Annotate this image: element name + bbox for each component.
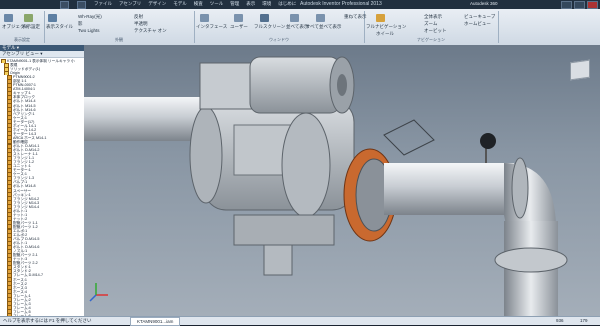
axis-triad-icon	[89, 283, 108, 302]
ribbon-group-visibility: オブジェクト 表示設定 表示設定	[0, 11, 45, 43]
viewcube-button[interactable]: ビューキューブ	[464, 14, 495, 20]
linkage-wires	[383, 119, 435, 156]
base-frame	[233, 214, 335, 246]
tab-design[interactable]: デザイン	[148, 1, 166, 9]
minimize-icon[interactable]	[561, 1, 572, 9]
ribbon-group-windows: インタフェース ユーザー フルスクリーン 並べて表示 すべて並べて表示 重ねて表…	[194, 11, 367, 43]
autodesk-360-link[interactable]: Autodesk 360	[470, 1, 498, 6]
display-settings-button[interactable]: 表示設定	[22, 24, 40, 30]
tile-icon	[290, 14, 299, 22]
user-button[interactable]: ユーザー	[230, 24, 248, 30]
ribbon-group-title: ウィンドウ	[269, 37, 289, 42]
status-count-left: 936	[556, 318, 564, 323]
motor-cylinder	[249, 56, 341, 114]
browser-tree: KTAMN9001-1 表示体制 リールキャラ 小表現 ソリッドボディ(1) Ori…	[0, 58, 84, 318]
quick-access-open[interactable]	[60, 1, 69, 9]
viewcube-icon[interactable]	[570, 59, 590, 81]
tab-file[interactable]: ファイル	[94, 1, 112, 9]
texture-toggle[interactable]: テクスチャ オン	[134, 28, 167, 34]
quick-access-save[interactable]	[77, 1, 86, 9]
browser-view-selector[interactable]: アセンブリ ビュー ▾	[0, 51, 84, 58]
user-icon	[234, 14, 243, 22]
app-menu-tabs: ファイル アセンブリ デザイン モデル 検査 ツール 管理 表示 環境 はじめに	[60, 1, 296, 9]
motor-box	[199, 62, 255, 110]
tab-model[interactable]: モデル	[173, 1, 187, 9]
pump-flange-left	[189, 106, 223, 204]
tab-assembly[interactable]: アセンブリ	[119, 1, 141, 9]
user-interface-icon	[200, 14, 209, 22]
document-tab[interactable]: KTAMN9001...iam	[130, 317, 181, 326]
motor-fan-hub	[337, 74, 347, 96]
ribbon-group-title: 表示設定	[14, 37, 30, 42]
ribbon-group-appearance: 表示スタイル Wh-Ray(光) 影 Two Lights 反射 半透明 テクス…	[44, 11, 195, 43]
mid-flange	[511, 157, 529, 219]
arrange-all-icon	[316, 14, 325, 22]
fullscreen-icon	[260, 14, 269, 22]
tab-view[interactable]: 表示	[246, 1, 255, 9]
tile-button[interactable]: 並べて表示	[286, 24, 308, 30]
tab-inspect[interactable]: 検査	[194, 1, 203, 9]
tab-tools[interactable]: ツール	[210, 1, 224, 9]
right-pipe	[384, 163, 514, 215]
display-settings-icon	[24, 14, 33, 22]
lower-flange	[494, 247, 568, 273]
lighting-dropdown[interactable]: Two Lights	[78, 28, 100, 33]
orbit-button[interactable]: オービット	[424, 28, 447, 34]
fullscreen-button[interactable]: フルスクリーン	[254, 24, 285, 30]
ribbon-group-title: ナビゲーション	[417, 37, 445, 42]
tab-get-started[interactable]: はじめに	[278, 1, 296, 9]
status-count-right: 179	[580, 318, 588, 323]
shadows-button[interactable]: 影	[78, 21, 83, 27]
arrange-all-button[interactable]: すべて並べて表示	[306, 24, 341, 30]
zoom-button[interactable]: ズーム	[424, 21, 437, 27]
window-title: Autodesk Inventor Professional 2013	[300, 1, 382, 7]
status-help-text: ヘルプを表示するには F1 を押してください	[3, 318, 92, 323]
close-icon[interactable]	[587, 1, 598, 9]
tab-manage[interactable]: 管理	[230, 1, 239, 9]
model-browser: モデル ▾ アセンブリ ビュー ▾ KTAMN9001-1 表示体制 リールキャ…	[0, 45, 85, 318]
full-navigation-wheel-button[interactable]: フルナビゲーション	[366, 24, 406, 30]
title-bar: ファイル アセンブリ デザイン モデル 検査 ツール 管理 表示 環境 はじめに…	[0, 0, 600, 9]
pressure-gauge	[480, 133, 496, 149]
visual-style-icon	[48, 14, 57, 22]
ray-trace-button[interactable]: Wh-Ray(光)	[78, 14, 102, 20]
reflections-button[interactable]: 反射	[134, 14, 143, 20]
tab-environments[interactable]: 環境	[262, 1, 271, 9]
visual-style-button[interactable]: 表示スタイル	[46, 24, 73, 30]
transparency-button[interactable]: 半透明	[134, 21, 148, 27]
pump-shaft-end	[281, 112, 331, 218]
ribbon-group-navigate: フルナビゲーション ホイール 全体表示 ズーム オービット ビューキューブ ホー…	[364, 11, 499, 43]
graphics-viewport[interactable]	[84, 45, 600, 316]
home-view-button[interactable]: ホームビュー	[464, 21, 491, 27]
object-visibility-icon	[4, 14, 13, 22]
zoom-all-button[interactable]: 全体表示	[424, 14, 442, 20]
ribbon-group-title: 外観	[115, 37, 123, 42]
model-render	[84, 56, 568, 316]
full-navigation-wheel-icon	[376, 14, 385, 22]
ribbon: オブジェクト 表示設定 表示設定 表示スタイル Wh-Ray(光) 影 Two …	[0, 9, 600, 46]
user-interface-button[interactable]: インタフェース	[196, 24, 227, 30]
lower-pipe-left	[263, 244, 293, 276]
maximize-icon[interactable]	[574, 1, 585, 9]
